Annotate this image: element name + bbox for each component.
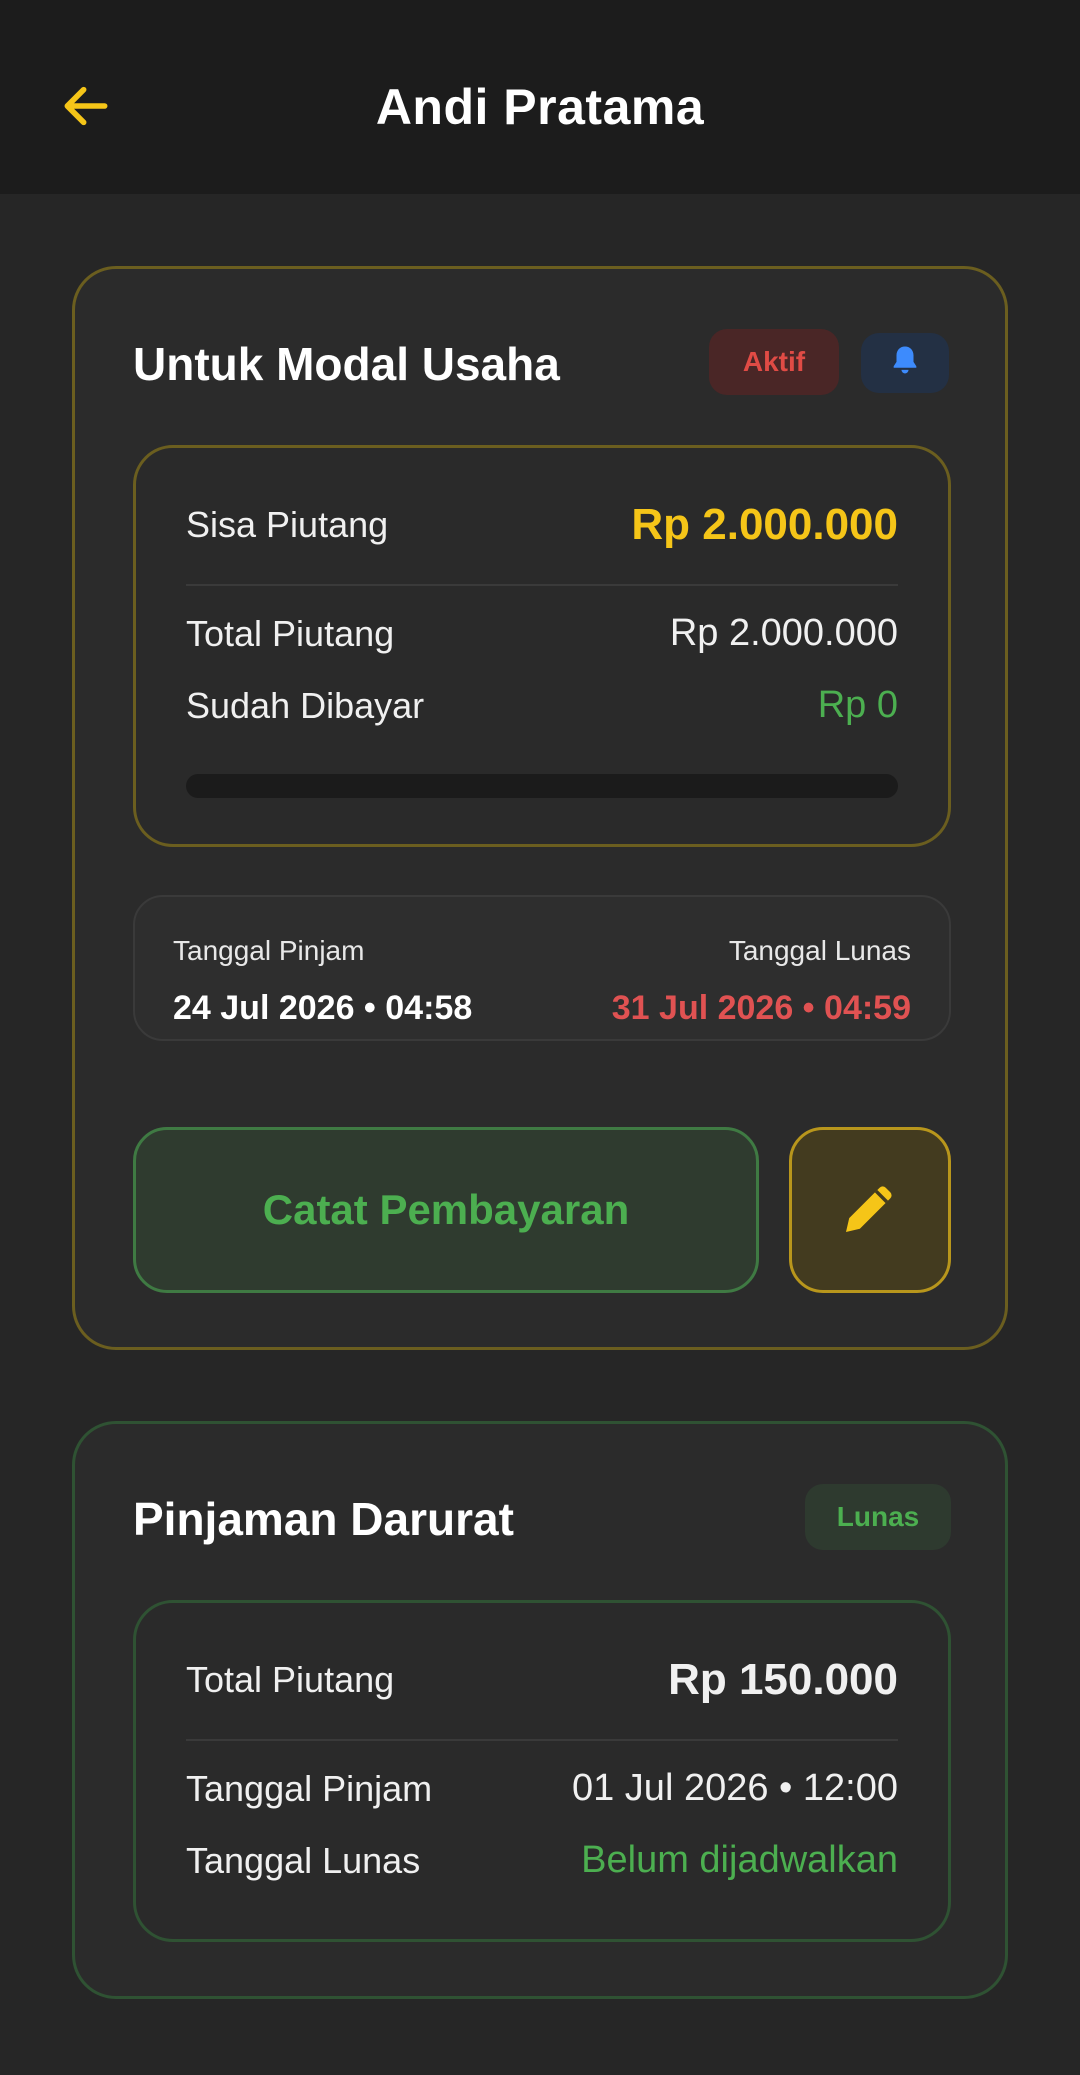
page-title: Andi Pratama (375, 79, 705, 135)
loan-card-active[interactable]: Untuk Modal Usaha Aktif Sisa Piutang Rp … (72, 266, 1008, 1350)
due-date-label: Tanggal Lunas (728, 935, 911, 966)
total-value: Rp 2.000.000 (669, 612, 898, 654)
remaining-value: Rp 2.000.000 (631, 500, 898, 549)
edit-button[interactable] (789, 1127, 951, 1293)
loan-card-paid[interactable]: Pinjaman Darurat Lunas Total Piutang Rp … (72, 1421, 1008, 1999)
loan-dates: Tanggal Pinjam 24 Jul 2026 • 04:58 Tangg… (133, 895, 951, 1041)
loan-summary: Total Piutang Rp 150.000 Tanggal Pinjam … (133, 1600, 951, 1942)
bell-icon (888, 343, 922, 384)
total-value: Rp 150.000 (668, 1655, 898, 1704)
total-label: Total Piutang (186, 612, 395, 654)
due-date-value: Belum dijadwalkan (581, 1839, 898, 1881)
balance-summary: Sisa Piutang Rp 2.000.000 Total Piutang … (133, 445, 951, 847)
total-label: Total Piutang (186, 1659, 395, 1700)
borrow-date-value: 01 Jul 2026 • 12:00 (571, 1767, 898, 1809)
status-badge: Lunas (805, 1484, 951, 1550)
divider (186, 1739, 898, 1741)
borrow-date-label: Tanggal Pinjam (173, 935, 365, 966)
loan-title: Pinjaman Darurat (133, 1493, 514, 1545)
reminder-button[interactable] (861, 333, 949, 393)
loan-title: Untuk Modal Usaha (133, 338, 560, 390)
remaining-label: Sisa Piutang (186, 504, 389, 545)
divider (186, 584, 898, 586)
record-payment-button[interactable]: Catat Pembayaran (133, 1127, 759, 1293)
due-date-value: 31 Jul 2026 • 04:59 (611, 989, 911, 1027)
borrow-date-label: Tanggal Pinjam (186, 1767, 433, 1809)
status-badge: Aktif (709, 329, 839, 395)
paid-value: Rp 0 (817, 684, 898, 726)
paid-label: Sudah Dibayar (186, 684, 425, 726)
app-bar: Andi Pratama (0, 0, 1080, 194)
borrow-date-value: 24 Jul 2026 • 04:58 (173, 989, 473, 1027)
pencil-icon (838, 1176, 902, 1245)
payment-progress-bar (186, 774, 898, 798)
due-date-label: Tanggal Lunas (186, 1839, 421, 1881)
